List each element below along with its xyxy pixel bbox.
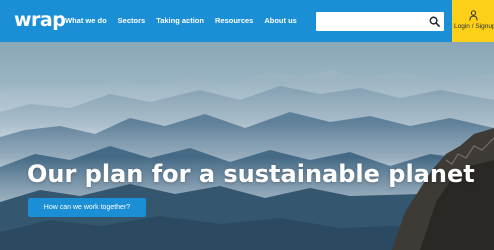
login-signup-label: Login / Signup bbox=[454, 23, 494, 30]
main-nav: What we do Sectors Taking action Resourc… bbox=[65, 16, 308, 26]
nav-item-sectors[interactable]: Sectors bbox=[118, 16, 146, 26]
search-input[interactable] bbox=[316, 12, 424, 31]
hero-banner: Our plan for a sustainable planet How ca… bbox=[0, 42, 494, 250]
wrap-logo[interactable]: wrap bbox=[14, 9, 66, 31]
nav-item-about-us[interactable]: About us bbox=[264, 16, 297, 26]
hero-title: Our plan for a sustainable planet bbox=[27, 160, 475, 188]
search-icon[interactable] bbox=[429, 16, 440, 27]
top-navigation-bar: wrap What we do Sectors Taking action Re… bbox=[0, 0, 494, 42]
nav-item-what-we-do[interactable]: What we do bbox=[65, 16, 107, 26]
misty-mountains-image bbox=[0, 42, 494, 250]
how-can-we-work-together-button[interactable]: How can we work together? bbox=[28, 198, 146, 217]
search-box bbox=[316, 12, 444, 31]
nav-item-resources[interactable]: Resources bbox=[215, 16, 253, 26]
nav-item-taking-action[interactable]: Taking action bbox=[156, 16, 204, 26]
login-signup-button[interactable]: Login / Signup bbox=[452, 0, 494, 42]
user-icon bbox=[469, 10, 478, 21]
